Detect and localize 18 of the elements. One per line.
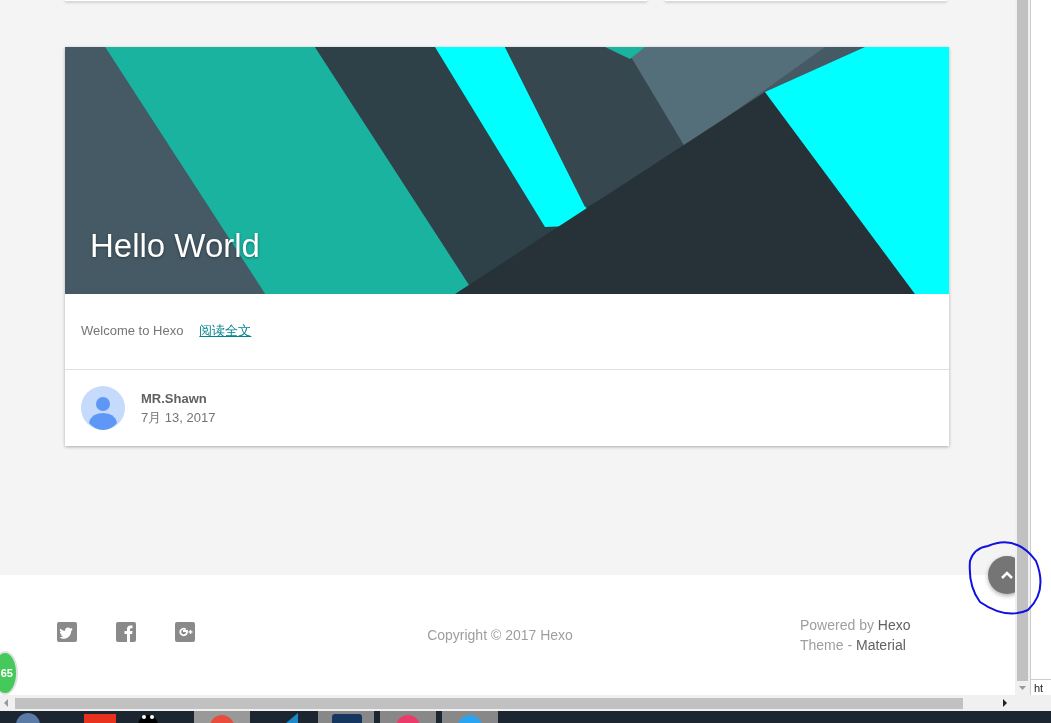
hexo-link[interactable]: Hexo — [877, 617, 911, 633]
read-more-link[interactable]: 阅读全文 — [199, 320, 252, 341]
theme-label: Theme - — [800, 637, 853, 653]
twitter-icon[interactable] — [57, 621, 77, 642]
chevron-up-icon — [1000, 570, 1014, 580]
google-plus-icon[interactable] — [175, 621, 195, 642]
material-link[interactable]: Material — [856, 637, 906, 653]
scrollbar-thumb[interactable] — [1017, 0, 1028, 681]
powered-by-label: Powered by — [800, 617, 874, 633]
post-excerpt: Welcome to Hexo — [81, 321, 184, 340]
post-title[interactable]: Hello World — [90, 226, 260, 266]
avatar-icon — [81, 386, 125, 430]
scrollbar-thumb[interactable] — [15, 697, 963, 709]
copyright-text: Copyright © 2017 Hexo — [426, 625, 574, 645]
back-to-top-button[interactable] — [988, 556, 1015, 594]
facebook-icon[interactable] — [116, 621, 136, 642]
post-date: 7月 13, 2017 — [141, 409, 216, 427]
author-name: MR.Shawn — [141, 389, 208, 408]
